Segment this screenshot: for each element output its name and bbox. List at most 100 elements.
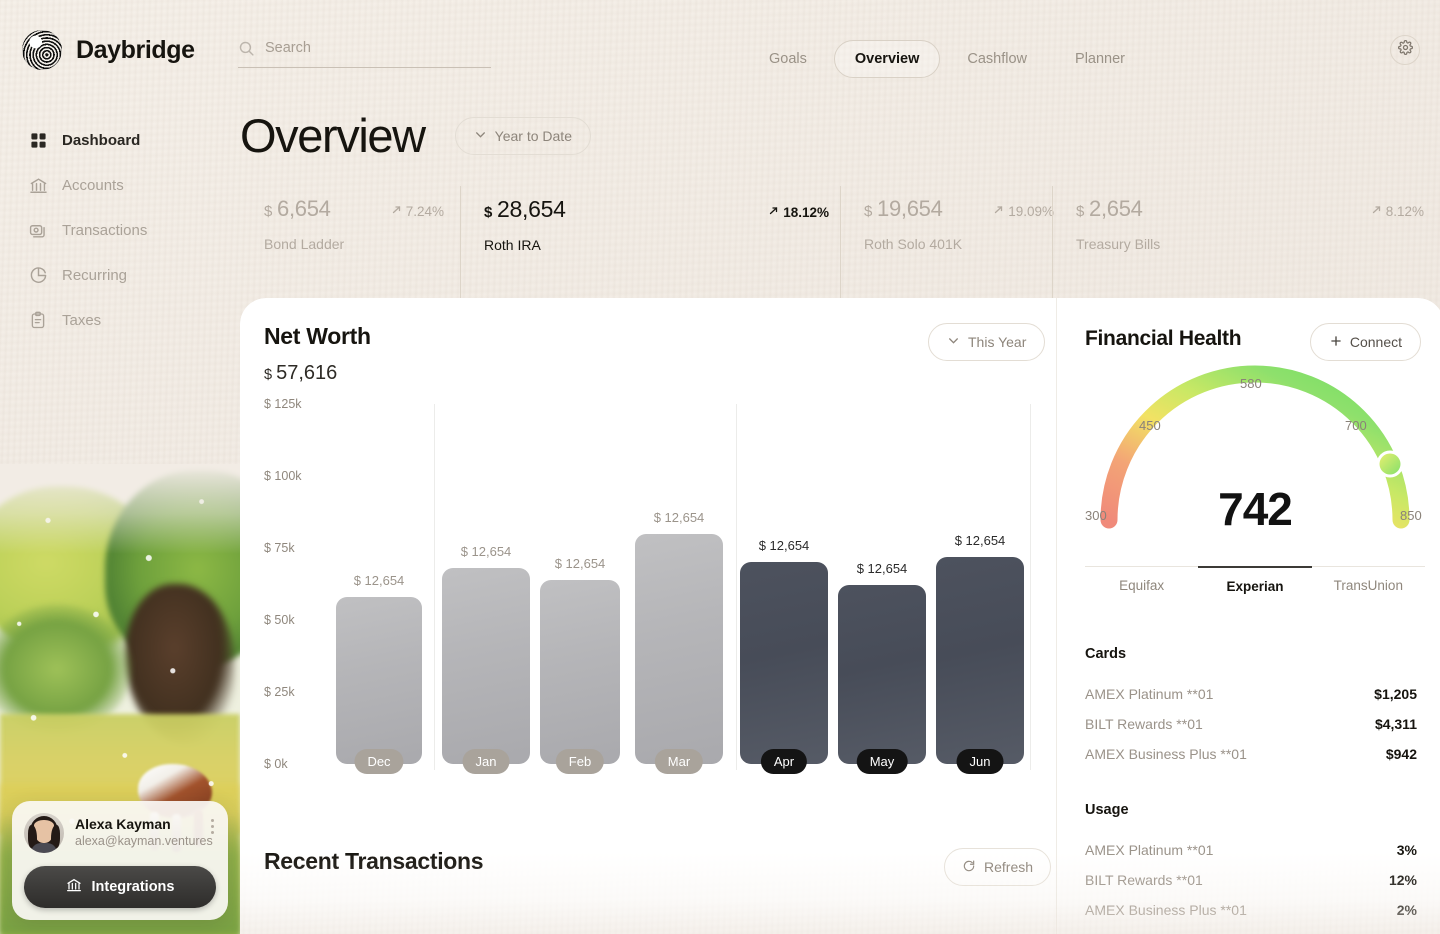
chart-month-pill[interactable]: Dec	[354, 749, 404, 774]
sidebar-item-label: Transactions	[62, 221, 148, 239]
tab-equifax[interactable]: Equifax	[1085, 566, 1199, 594]
more-vertical-icon[interactable]	[211, 819, 214, 834]
chart-bar[interactable]	[540, 579, 620, 764]
chart-bar-value-label: $ 12,654	[954, 532, 1006, 548]
brand[interactable]: Daybridge	[22, 30, 195, 70]
chart-bar-group[interactable]: $ 12,654 Jun	[936, 533, 1024, 774]
range-pill-label: This Year	[968, 334, 1027, 350]
cards-row: BILT Rewards **01 $4,311	[1085, 716, 1417, 732]
chart-month-pill[interactable]: Feb	[555, 749, 605, 774]
search-input[interactable]	[265, 39, 465, 62]
stat-card[interactable]: $19,654 19.09% Roth Solo 401K	[840, 178, 1054, 304]
money-card-icon	[28, 220, 48, 240]
sidebar-item-transactions[interactable]: Transactions	[28, 216, 218, 244]
sidebar-item-accounts[interactable]: Accounts	[28, 171, 218, 199]
card-value: $942	[1385, 746, 1417, 762]
financial-health-title: Financial Health	[1085, 327, 1242, 350]
integrations-label: Integrations	[91, 879, 175, 895]
search-bar[interactable]	[238, 34, 491, 68]
credit-score-gauge: 300 450 580 700 850 742	[1085, 360, 1425, 560]
stat-change: 7.24%	[405, 204, 444, 219]
chart-y-tick: $ 125k	[264, 397, 302, 411]
chart-bar[interactable]	[635, 533, 723, 764]
tab-cashflow[interactable]: Cashflow	[946, 40, 1048, 78]
chart-bar[interactable]	[442, 568, 530, 764]
sidebar-item-label: Accounts	[62, 176, 124, 194]
refresh-icon	[962, 859, 976, 876]
profile-email: alexa@kayman.ventures	[75, 834, 213, 849]
spiral-logo-icon	[22, 30, 62, 70]
refresh-button[interactable]: Refresh	[944, 848, 1052, 886]
net-worth-currency: $	[264, 367, 273, 383]
stat-amount: 19,654	[877, 196, 943, 221]
profile-row[interactable]: Alexa Kayman alexa@kayman.ventures	[24, 813, 216, 853]
stat-amount: 28,654	[497, 196, 566, 222]
tab-transunion[interactable]: TransUnion	[1311, 566, 1425, 594]
stat-label: Roth Solo 401K	[864, 236, 963, 252]
trend-up-icon	[391, 204, 403, 219]
connect-button[interactable]: Connect	[1309, 323, 1421, 361]
tab-planner[interactable]: Planner	[1054, 40, 1146, 78]
sidebar-item-recurring[interactable]: Recurring	[28, 261, 218, 289]
card-value: $1,205	[1374, 686, 1417, 702]
tab-experian[interactable]: Experian	[1198, 566, 1312, 594]
usage-row: AMEX Business Plus **01 2%	[1085, 902, 1417, 918]
refresh-label: Refresh	[984, 859, 1034, 875]
clipboard-icon	[28, 310, 48, 330]
chart-bar-group[interactable]: $ 12,654 Mar	[635, 510, 723, 774]
stat-change: 19.09%	[1008, 204, 1054, 219]
stat-card[interactable]: $6,654 7.24% Bond Ladder	[240, 178, 460, 298]
stat-amount: 2,654	[1089, 196, 1143, 221]
usage-row: BILT Rewards **01 12%	[1085, 872, 1417, 888]
trend-up-icon	[993, 204, 1005, 219]
chart-y-tick: $ 100k	[264, 469, 302, 483]
integrations-button[interactable]: Integrations	[24, 866, 216, 908]
chart-bar[interactable]	[838, 585, 926, 764]
stat-label: Bond Ladder	[264, 236, 345, 252]
chart-group-divider	[736, 404, 737, 770]
sidebar-item-label: Taxes	[62, 311, 102, 329]
settings-button[interactable]	[1390, 35, 1420, 65]
tab-goals[interactable]: Goals	[748, 40, 828, 78]
net-worth-title: Net Worth	[264, 323, 371, 349]
usage-value: 3%	[1396, 842, 1417, 858]
chart-bar-group[interactable]: $ 12,654 Apr	[740, 538, 828, 774]
range-pill-year-to-date[interactable]: Year to Date	[454, 116, 591, 155]
grid-icon	[28, 130, 48, 150]
chevron-down-icon	[474, 128, 487, 144]
chart-bar-group[interactable]: $ 12,654 Feb	[540, 556, 620, 774]
chart-bar[interactable]	[936, 556, 1024, 764]
chart-y-tick: $ 0k	[264, 757, 288, 771]
stat-currency: $	[264, 203, 273, 220]
plus-icon	[1329, 334, 1343, 351]
chart-bar-group[interactable]: $ 12,654 Jan	[442, 544, 530, 774]
sidebar-item-label: Dashboard	[62, 131, 141, 149]
chart-bar-group[interactable]: $ 12,654 May	[838, 561, 926, 774]
chart-month-pill[interactable]: Apr	[760, 749, 808, 774]
chart-bar[interactable]	[740, 562, 828, 764]
range-pill-this-year[interactable]: This Year	[928, 323, 1046, 361]
tab-overview[interactable]: Overview	[833, 40, 941, 78]
usage-row: AMEX Platinum **01 3%	[1085, 842, 1417, 858]
chart-month-pill[interactable]: May	[856, 749, 908, 774]
stat-label: Roth IRA	[484, 237, 541, 253]
stat-card[interactable]: $28,654 18.12% Roth IRA	[460, 178, 840, 304]
trend-up-icon	[768, 205, 780, 220]
gear-icon	[1397, 40, 1413, 60]
app-root: Daybridge Goals Overview Cashflow Planne…	[0, 0, 1440, 934]
sidebar-item-dashboard[interactable]: Dashboard	[28, 126, 218, 154]
chart-month-pill[interactable]: Jan	[462, 749, 510, 774]
chart-month-pill[interactable]: Jun	[956, 749, 1004, 774]
sidebar-item-taxes[interactable]: Taxes	[28, 306, 218, 334]
stat-card[interactable]: $2,654 8.12% Treasury Bills	[1052, 178, 1440, 304]
cards-row: AMEX Platinum **01 $1,205	[1085, 686, 1417, 702]
chart-y-tick: $ 75k	[264, 541, 295, 555]
profile-name: Alexa Kayman	[75, 815, 171, 832]
chart-month-pill[interactable]: Mar	[654, 749, 704, 774]
chevron-down-icon	[947, 334, 960, 350]
top-bar: Daybridge Goals Overview Cashflow Planne…	[0, 0, 1440, 100]
chart-bar-group[interactable]: $ 12,654 Dec	[336, 573, 422, 774]
pie-clock-icon	[28, 265, 48, 285]
chart-bar[interactable]	[336, 596, 422, 764]
net-worth-bar-chart: $ 125k $ 100k $ 75k $ 50k $ 25k $ 0k $ 12,654…	[264, 397, 1032, 804]
